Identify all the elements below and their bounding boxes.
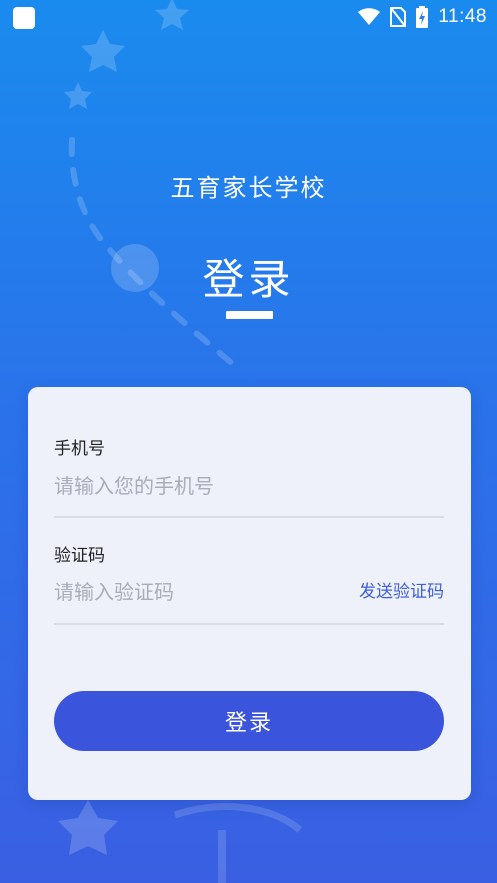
code-label: 验证码: [54, 546, 105, 566]
school-name: 五育家长学校: [170, 174, 327, 202]
wifi-icon: [358, 8, 381, 25]
page-title: 登录: [202, 255, 295, 304]
status-icons: 11:48: [358, 5, 487, 29]
phone-label: 手机号: [54, 439, 105, 459]
battery-charging-icon: [416, 6, 429, 28]
title-underline: [226, 311, 273, 319]
app-notification-icon: [13, 7, 35, 29]
star-icon: [58, 800, 118, 855]
phone-divider: [54, 516, 444, 518]
login-button[interactable]: 登录: [54, 691, 444, 751]
no-sim-icon: [390, 7, 407, 27]
phone-input[interactable]: [54, 469, 444, 503]
status-time: 11:48: [438, 6, 487, 27]
star-icon: [81, 30, 125, 72]
login-card: 手机号 验证码 发送验证码 登录: [28, 387, 471, 800]
code-divider: [54, 623, 444, 625]
send-code-button[interactable]: 发送验证码: [359, 577, 444, 602]
star-icon: [64, 82, 92, 109]
status-bar: 11:48: [0, 0, 497, 36]
code-input[interactable]: [54, 575, 324, 609]
